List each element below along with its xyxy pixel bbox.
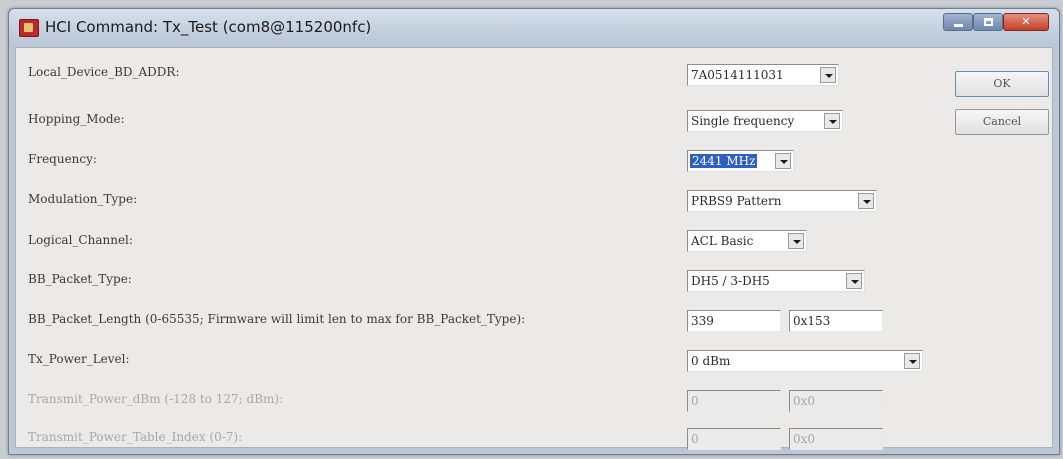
frequency-value: 2441 MHz [690,154,758,168]
window-title: HCI Command: Tx_Test (com8@115200nfc) [45,18,372,36]
hopping-mode-value: Single frequency [691,114,795,128]
transmit-power-table-index-hex-field: 0x0 [789,428,883,450]
transmit-power-dbm-label: Transmit_Power_dBm (-128 to 127; dBm): [28,392,284,406]
dropdown-arrow-icon[interactable] [820,67,836,83]
frequency-label: Frequency: [28,152,97,166]
logical-channel-label: Logical_Channel: [28,233,133,247]
local-device-bd-addr-value: 7A0514111031 [691,68,784,82]
modulation-type-combo[interactable]: PRBS9 Pattern [687,190,877,212]
tx-power-level-combo[interactable]: 0 dBm [687,350,923,372]
tx-power-level-label: Tx_Power_Level: [28,352,130,366]
tx-power-level-value: 0 dBm [691,354,731,368]
hci-command-dialog: HCI Command: Tx_Test (com8@115200nfc) ✕ … [8,8,1060,455]
logical-channel-value: ACL Basic [691,234,754,248]
dropdown-arrow-icon[interactable] [904,353,920,369]
transmit-power-table-index-label: Transmit_Power_Table_Index (0-7): [28,430,243,444]
frequency-combo[interactable]: 2441 MHz [687,150,794,172]
app-icon [19,19,39,37]
minimize-button[interactable] [943,13,973,31]
transmit-power-dbm-decimal-field: 0 [687,390,781,412]
transmit-power-dbm-hex-field: 0x0 [789,390,883,412]
hopping-mode-combo[interactable]: Single frequency [687,110,843,132]
logical-channel-combo[interactable]: ACL Basic [687,230,807,252]
transmit-power-table-index-decimal-field: 0 [687,428,781,450]
modulation-type-label: Modulation_Type: [28,192,138,206]
bb-packet-length-label: BB_Packet_Length (0-65535; Firmware will… [28,312,526,326]
local-device-bd-addr-label: Local_Device_BD_ADDR: [28,65,180,79]
cancel-button[interactable]: Cancel [955,109,1049,135]
local-device-bd-addr-combo[interactable]: 7A0514111031 [687,64,839,86]
dialog-body: Local_Device_BD_ADDR: 7A0514111031 Hoppi… [15,47,1053,450]
dropdown-arrow-icon[interactable] [846,273,862,289]
maximize-icon [984,18,993,26]
close-icon: ✕ [1021,15,1031,28]
maximize-button[interactable] [973,13,1003,31]
bb-packet-type-combo[interactable]: DH5 / 3-DH5 [687,270,865,292]
close-button[interactable]: ✕ [1003,13,1049,31]
dropdown-arrow-icon[interactable] [788,233,804,249]
modulation-type-value: PRBS9 Pattern [691,194,782,208]
bb-packet-length-hex-field[interactable]: 0x153 [789,310,883,332]
dropdown-arrow-icon[interactable] [775,153,791,169]
ok-button[interactable]: OK [955,71,1049,97]
minimize-icon [954,24,963,27]
bb-packet-length-decimal-field[interactable]: 339 [687,310,781,332]
bb-packet-type-label: BB_Packet_Type: [28,272,132,286]
hopping-mode-label: Hopping_Mode: [28,112,125,126]
dropdown-arrow-icon[interactable] [858,193,874,209]
dropdown-arrow-icon[interactable] [824,113,840,129]
bb-packet-type-value: DH5 / 3-DH5 [691,274,770,288]
title-bar[interactable]: HCI Command: Tx_Test (com8@115200nfc) ✕ [9,9,1059,47]
